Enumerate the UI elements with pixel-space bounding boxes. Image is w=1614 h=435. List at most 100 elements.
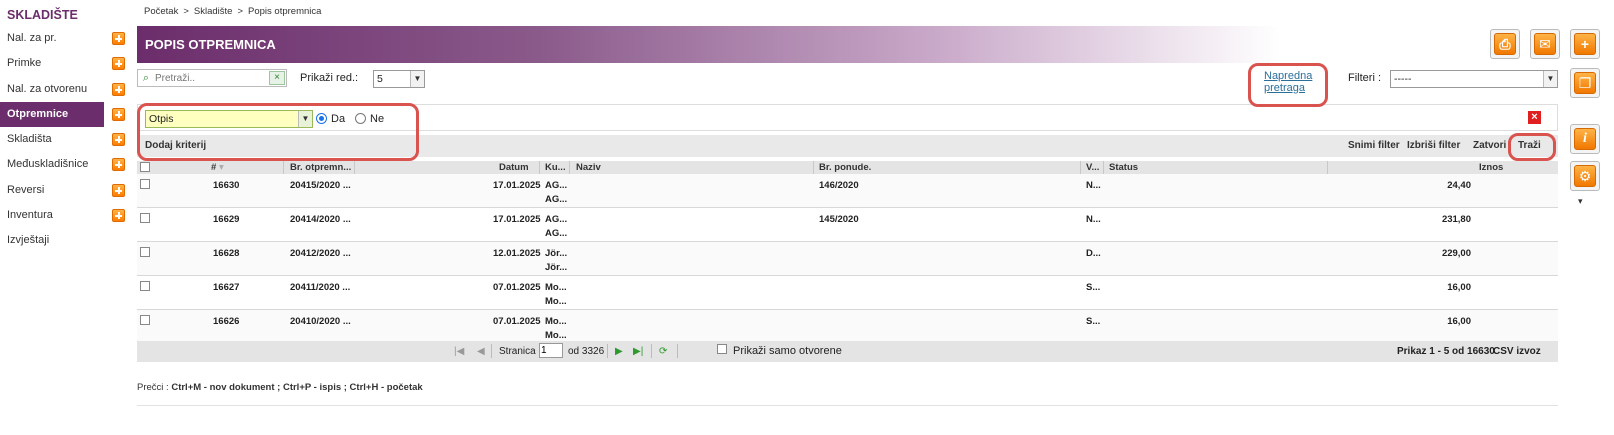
chevron-down-icon[interactable]: ▾: [1578, 196, 1583, 207]
info-button[interactable]: i: [1570, 124, 1600, 154]
column-divider[interactable]: [1327, 161, 1328, 174]
row-checkbox[interactable]: [140, 247, 150, 257]
add-icon[interactable]: [112, 82, 125, 96]
saved-filters-select[interactable]: ----- ▼: [1390, 70, 1558, 88]
column-divider[interactable]: [813, 161, 814, 174]
csv-export-button[interactable]: CSV izvoz: [1493, 346, 1541, 357]
next-page-icon[interactable]: ▶: [615, 346, 623, 357]
sidebar-item-inventura[interactable]: Inventura: [0, 203, 128, 228]
cell-customer: Jör...: [545, 248, 568, 259]
page-label: Stranica: [499, 346, 536, 357]
column-divider[interactable]: [354, 161, 355, 174]
table-row[interactable]: 16628 20412/2020 ... 12.01.2025 Jör... Jör..…: [137, 242, 1558, 276]
delete-filter-button[interactable]: Izbriši filter: [1407, 140, 1460, 151]
first-page-icon[interactable]: |◀: [454, 346, 464, 357]
cell-id: 16629: [213, 214, 240, 225]
search-box[interactable]: ⌕ ×: [137, 69, 287, 87]
table-row[interactable]: 16627 20411/2020 ... 07.01.2025 Mo... Mo... S…: [137, 276, 1558, 310]
pagination-bar: |◀ ◀ Stranica od 3326 ▶ ▶| ⟳ Prikaži sam…: [137, 341, 1558, 362]
copy-button[interactable]: ❐: [1570, 68, 1600, 98]
cell-amount: 24,40: [1447, 180, 1471, 191]
row-checkbox[interactable]: [140, 213, 150, 223]
sidebar-item-label: Inventura: [7, 209, 53, 222]
column-divider[interactable]: [1103, 161, 1104, 174]
add-icon[interactable]: [112, 183, 125, 197]
cell-v: S...: [1086, 282, 1101, 293]
cell-date: 07.01.2025: [493, 316, 541, 327]
email-button[interactable]: ✉: [1530, 29, 1560, 59]
sidebar-item-izvjestaji[interactable]: Izvještaji: [0, 228, 128, 253]
save-filter-button[interactable]: Snimi filter: [1348, 140, 1400, 151]
table-row[interactable]: 16630 20415/2020 ... 17.01.2025 AG... AG... 1…: [137, 174, 1558, 208]
cell-doc-number: 20414/2020 ...: [290, 214, 351, 225]
settings-button[interactable]: ⚙: [1570, 161, 1600, 191]
prev-page-icon[interactable]: ◀: [477, 346, 485, 357]
add-icon[interactable]: [112, 158, 125, 172]
table-row[interactable]: 16626 20410/2020 ... 07.01.2025 Mo... Mo... S…: [137, 310, 1558, 344]
page-count: od 3326: [568, 346, 605, 357]
column-header-status[interactable]: Status: [1109, 162, 1138, 173]
table-header: # ▾ Br. otpremn... Datum Ku... Naziv Br.…: [137, 161, 1558, 174]
column-header-id[interactable]: #: [211, 162, 216, 173]
add-icon[interactable]: [112, 57, 125, 71]
rows-per-page-value: 5: [377, 73, 383, 85]
cell-doc-number: 20415/2020 ...: [290, 180, 351, 191]
column-divider[interactable]: [569, 161, 570, 174]
sidebar-item-nal-za-otvorenu[interactable]: Nal. za otvorenu: [0, 77, 128, 102]
refresh-icon[interactable]: ⟳: [659, 346, 667, 357]
column-header-amount[interactable]: Iznos: [1479, 162, 1503, 173]
cell-customer-line2: AG...: [545, 194, 568, 205]
select-all-checkbox[interactable]: [140, 162, 150, 172]
row-checkbox[interactable]: [140, 315, 150, 325]
add-icon[interactable]: [112, 32, 125, 45]
close-filter-button[interactable]: Zatvori: [1473, 140, 1506, 151]
cell-id: 16628: [213, 248, 240, 259]
show-only-open-checkbox[interactable]: [717, 344, 727, 354]
table-row[interactable]: 16629 20414/2020 ... 17.01.2025 AG... AG... 1…: [137, 208, 1558, 242]
add-document-button[interactable]: +: [1570, 29, 1600, 59]
divider: [137, 405, 1558, 406]
add-icon[interactable]: [112, 133, 125, 147]
shortcuts-hint: Prečci : Ctrl+M - nov dokument ; Ctrl+P …: [137, 382, 423, 393]
sidebar-item-label: Skladišta: [7, 133, 52, 146]
column-header-offer[interactable]: Br. ponude.: [819, 162, 871, 173]
column-header-name[interactable]: Naziv: [576, 162, 601, 173]
last-page-icon[interactable]: ▶|: [633, 346, 643, 357]
page-number-input[interactable]: [539, 343, 563, 358]
copy-icon: ❐: [1574, 72, 1596, 94]
add-icon[interactable]: [112, 209, 125, 223]
sidebar-item-nal-za-pr[interactable]: Nal. za pr.: [0, 26, 128, 51]
print-button[interactable]: ⎙: [1490, 29, 1520, 59]
search-input[interactable]: [155, 71, 265, 85]
close-icon[interactable]: ×: [1528, 111, 1541, 124]
column-header-v[interactable]: V...: [1086, 162, 1099, 173]
cell-customer-line2: Mo...: [545, 296, 567, 307]
column-header-date[interactable]: Datum: [499, 162, 529, 173]
sidebar-item-reversi[interactable]: Reversi: [0, 178, 128, 203]
column-divider[interactable]: [283, 161, 284, 174]
cell-customer: Mo...: [545, 282, 567, 293]
row-checkbox[interactable]: [140, 281, 150, 291]
filters-label: Filteri :: [1348, 72, 1381, 84]
rows-per-page-select[interactable]: 5 ▼: [373, 70, 425, 88]
breadcrumb-home[interactable]: Početak: [144, 6, 178, 17]
sidebar-item-meduskladisnice[interactable]: Međuskladišnice: [0, 152, 128, 177]
data-table: # ▾ Br. otpremn... Datum Ku... Naziv Br.…: [137, 161, 1558, 344]
add-icon[interactable]: [112, 107, 125, 121]
cell-offer: 145/2020: [819, 214, 859, 225]
sidebar-item-skladista[interactable]: Skladišta: [0, 127, 128, 152]
row-checkbox[interactable]: [140, 179, 150, 189]
sidebar-item-otpremnice[interactable]: Otpremnice: [0, 101, 125, 128]
sidebar-item-primke[interactable]: Primke: [0, 51, 128, 76]
column-divider[interactable]: [539, 161, 540, 174]
cell-amount: 16,00: [1447, 282, 1471, 293]
highlight-advanced-search: [1248, 63, 1328, 107]
column-header-doc[interactable]: Br. otpremn...: [290, 162, 351, 173]
shortcuts-prefix: Prečci :: [137, 382, 169, 393]
sort-icon[interactable]: ▾: [219, 162, 224, 173]
breadcrumb-skladiste[interactable]: Skladište: [194, 6, 233, 17]
column-header-customer[interactable]: Ku...: [545, 162, 566, 173]
column-divider[interactable]: [1080, 161, 1081, 174]
sidebar-item-label: Izvještaji: [7, 234, 50, 247]
clear-search-icon[interactable]: ×: [269, 71, 285, 85]
